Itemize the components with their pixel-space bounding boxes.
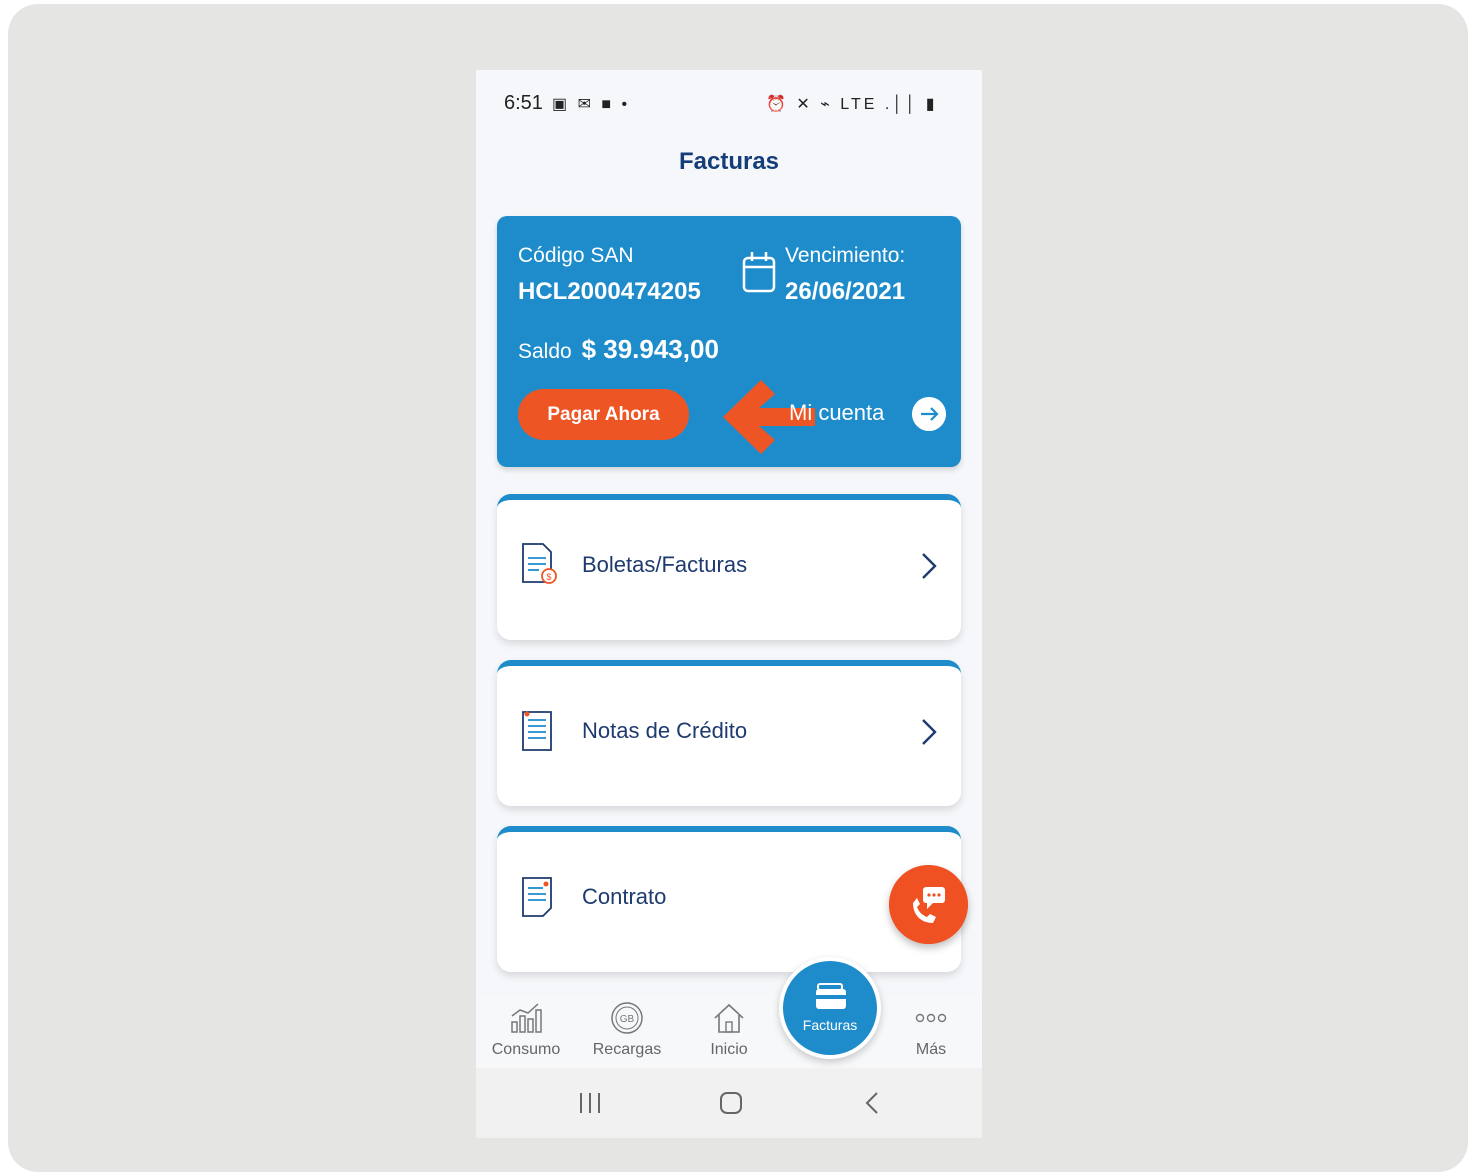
home-button-icon[interactable] [717, 1090, 745, 1116]
svg-text:$: $ [546, 572, 551, 582]
nav-facturas[interactable]: Facturas [779, 957, 881, 1059]
calendar-icon [742, 252, 776, 293]
account-card: Código SAN HCL2000474205 Vencimiento: 26… [497, 216, 961, 467]
nav-label-mas: Más [915, 1041, 947, 1058]
due-date-label: Vencimiento: [785, 244, 906, 267]
wallet-icon [816, 983, 846, 1009]
gb-icon: GB [611, 1002, 643, 1034]
pay-now-button[interactable]: Pagar Ahora [518, 389, 689, 440]
arrow-right-circle-icon[interactable] [912, 397, 946, 431]
san-code-label: Código SAN [518, 244, 634, 267]
nav-consumo[interactable]: Consumo [481, 996, 571, 1068]
status-bar: 6:51 ▣ ✉ ■ • ⏰ ✕ ⌁ LTE .││ ▮ [476, 70, 982, 132]
nav-label-recargas: Recargas [592, 1041, 662, 1058]
bottom-navigation: Consumo GB Recargas Inicio Más [476, 996, 982, 1068]
menu-label-credit-notes: Notas de Crédito [582, 718, 748, 743]
phone-chat-icon[interactable] [889, 865, 968, 944]
nav-label-facturas: Facturas [802, 1017, 858, 1033]
chevron-right-icon [922, 719, 937, 745]
svg-text:GB: GB [620, 1014, 635, 1025]
status-time: 6:51 [504, 92, 543, 114]
recent-apps-icon[interactable] [576, 1090, 604, 1116]
page-title: Facturas [678, 148, 780, 175]
menu-item-invoices[interactable]: $ Boletas/Facturas [497, 494, 961, 640]
balance: Saldo $ 39.943,00 [518, 334, 719, 365]
home-icon [714, 1003, 744, 1033]
menu-item-credit-notes[interactable]: Notas de Crédito [497, 660, 961, 806]
nav-label-inicio: Inicio [710, 1041, 748, 1058]
nav-recargas[interactable]: GB Recargas [582, 996, 672, 1068]
balance-label: Saldo [518, 340, 572, 363]
due-date-value: 26/06/2021 [785, 278, 906, 305]
balance-amount: $ 39.943,00 [581, 334, 719, 364]
chart-icon [511, 1003, 542, 1033]
menu-label-invoices: Boletas/Facturas [582, 552, 748, 577]
san-code-value: HCL2000474205 [518, 278, 701, 305]
my-account-link[interactable]: Mi cuenta [789, 400, 884, 426]
more-icon [915, 1013, 947, 1023]
phone-screen: 6:51 ▣ ✉ ■ • ⏰ ✕ ⌁ LTE .││ ▮ Facturas Có… [476, 70, 982, 1138]
chevron-right-icon [922, 553, 937, 579]
invoice-icon: $ [522, 543, 557, 584]
notification-icons: ▣ ✉ ■ • [552, 96, 631, 113]
back-icon[interactable] [859, 1090, 887, 1116]
contract-icon [522, 877, 552, 917]
nav-inicio[interactable]: Inicio [684, 996, 774, 1068]
nav-label-consumo: Consumo [491, 1041, 561, 1058]
system-navigation-bar [476, 1068, 982, 1138]
system-status-icons: ⏰ ✕ ⌁ LTE .││ ▮ [766, 96, 938, 113]
nav-mas[interactable]: Más [886, 996, 976, 1068]
credit-note-icon [522, 711, 552, 751]
menu-label-contract: Contrato [582, 884, 667, 909]
